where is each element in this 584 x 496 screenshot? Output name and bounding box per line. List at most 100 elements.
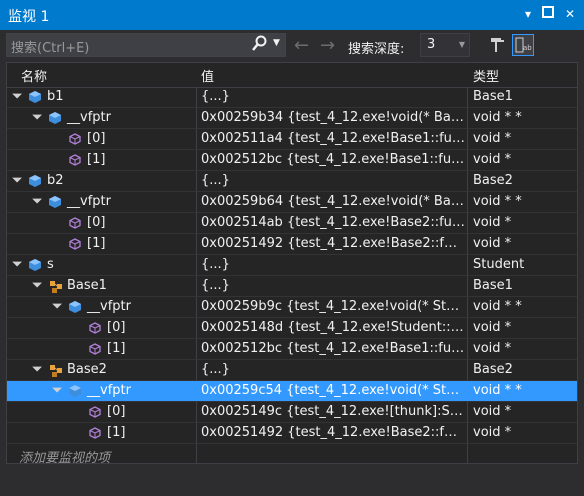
watch-name: __vfptr [87, 383, 131, 398]
base-class-icon [49, 364, 62, 377]
hex-display-icon[interactable]: ab [512, 34, 534, 56]
pointer-member-icon [89, 343, 101, 355]
watch-value[interactable]: 0x00259b34 {test_4_12.exe!void(* Base1::… [201, 110, 465, 125]
watch-value[interactable]: 0x002514ab {test_4_12.exe!Base2::func1(v… [201, 215, 465, 230]
watch-value[interactable]: 0x0025149c {test_4_12.exe![thunk]:Studen… [201, 404, 465, 419]
watch-name: __vfptr [87, 299, 131, 314]
expand-collapse-icon[interactable]: ◢ [11, 172, 25, 186]
expand-collapse-icon[interactable]: ◢ [11, 88, 25, 102]
watch-type: void * * [473, 110, 522, 125]
watch-name: [0] [107, 320, 126, 335]
watch-row[interactable]: ◢ __vfptr 0x00259b64 {test_4_12.exe!void(*… [7, 192, 577, 213]
panel-footer [0, 464, 584, 496]
maximize-icon[interactable] [540, 6, 556, 22]
watch-value[interactable]: 0x002512bc {test_4_12.exe!Base1::func2(v… [201, 341, 465, 356]
watch-type: void * * [473, 299, 522, 314]
column-header-value[interactable]: 值 [201, 66, 214, 85]
watch-type: Base2 [473, 173, 513, 188]
chevron-down-icon: ▼ [458, 40, 465, 49]
watch-name: b2 [47, 173, 64, 188]
column-header-name[interactable]: 名称 [21, 66, 47, 85]
watch-type: Base1 [473, 89, 513, 104]
class-object-icon [69, 385, 81, 397]
watch-name: [1] [87, 236, 106, 251]
watch-row[interactable]: [1] 0x00251492 {test_4_12.exe!Base2::func… [7, 423, 577, 444]
watch-row[interactable]: [0] 0x0025148d {test_4_12.exe!Student::fu… [7, 318, 577, 339]
watch-value[interactable]: {...} [201, 278, 465, 293]
title-bar: 监视 1 ▾ ✕ [0, 0, 584, 30]
watch-value[interactable]: 0x0025148d {test_4_12.exe!Student::func1… [201, 320, 465, 335]
dropdown-icon[interactable]: ▾ [520, 6, 536, 22]
watch-value[interactable]: 0x00251492 {test_4_12.exe!Base2::func2(v… [201, 425, 465, 440]
watch-row[interactable]: [0] 0x002514ab {test_4_12.exe!Base2::func… [7, 213, 577, 234]
watch-name: __vfptr [67, 194, 111, 209]
expand-collapse-icon[interactable]: ◢ [31, 277, 45, 291]
watch-row[interactable]: ◢ Base1 {...} Base1 [7, 276, 577, 297]
watch-name: [0] [87, 131, 106, 146]
expand-collapse-icon[interactable]: ◢ [31, 193, 45, 207]
watch-value[interactable]: 0x00259b64 {test_4_12.exe!void(* Base2::… [201, 194, 465, 209]
class-object-icon [49, 196, 61, 208]
add-watch-row[interactable]: 添加要监视的项 [7, 444, 577, 464]
add-watch-placeholder: 添加要监视的项 [19, 451, 111, 464]
watch-value[interactable]: {...} [201, 89, 465, 104]
watch-value[interactable]: {...} [201, 362, 465, 377]
pin-icon[interactable] [486, 34, 508, 56]
svg-text:ab: ab [523, 44, 532, 52]
watch-type: void * [473, 152, 512, 167]
watch-type: void * [473, 341, 512, 356]
watch-row[interactable]: ◢ __vfptr 0x00259b9c {test_4_12.exe!void(*… [7, 297, 577, 318]
search-options-icon[interactable]: ▼ [273, 38, 280, 48]
watch-row[interactable]: ◢ b2 {...} Base2 [7, 171, 577, 192]
watch-type: void * * [473, 383, 522, 398]
watch-name: [1] [107, 425, 126, 440]
back-arrow-icon[interactable]: ← [294, 35, 309, 56]
search-icon[interactable] [251, 35, 267, 57]
watch-row[interactable]: [1] 0x002512bc {test_4_12.exe!Base1::func… [7, 150, 577, 171]
class-object-icon [29, 259, 41, 271]
watch-name: s [47, 257, 54, 272]
pointer-member-icon [89, 406, 101, 418]
watch-row[interactable]: ◢ b1 {...} Base1 [7, 87, 577, 108]
watch-row[interactable]: [1] 0x00251492 {test_4_12.exe!Base2::func… [7, 234, 577, 255]
watch-type: void * [473, 404, 512, 419]
watch-value[interactable]: 0x00251492 {test_4_12.exe!Base2::func2(v… [201, 236, 465, 251]
expand-collapse-icon[interactable]: ◢ [31, 109, 45, 123]
search-depth-label: 搜索深度: [348, 42, 405, 57]
forward-arrow-icon[interactable]: → [320, 35, 335, 56]
column-header-type[interactable]: 类型 [473, 66, 499, 85]
watch-row[interactable]: [0] 0x0025149c {test_4_12.exe![thunk]:Stu… [7, 402, 577, 423]
watch-type: Student [473, 257, 525, 272]
watch-value[interactable]: 0x00259b9c {test_4_12.exe!void(* Student… [201, 299, 465, 314]
watch-row[interactable]: ◢ __vfptr 0x00259b34 {test_4_12.exe!void(*… [7, 108, 577, 129]
class-object-icon [49, 112, 61, 124]
watch-value[interactable]: {...} [201, 257, 465, 272]
expand-collapse-icon[interactable]: ◢ [31, 361, 45, 375]
search-depth-value: 3 [427, 37, 436, 52]
watch-value[interactable]: {...} [201, 173, 465, 188]
expand-collapse-icon[interactable]: ◢ [51, 382, 65, 396]
watch-row[interactable]: ◢ s {...} Student [7, 255, 577, 276]
watch-value[interactable]: 0x002511a4 {test_4_12.exe!Base1::func1(v… [201, 131, 465, 146]
base-class-icon [49, 280, 62, 293]
watch-value[interactable]: 0x002512bc {test_4_12.exe!Base1::func2(v… [201, 152, 465, 167]
watch-row[interactable]: ◢ Base2 {...} Base2 [7, 360, 577, 381]
watch-row[interactable]: [0] 0x002511a4 {test_4_12.exe!Base1::func… [7, 129, 577, 150]
class-object-icon [69, 301, 81, 313]
watch-row[interactable]: ◢ __vfptr 0x00259c54 {test_4_12.exe!void(*… [7, 381, 577, 402]
watch-row[interactable]: [1] 0x002512bc {test_4_12.exe!Base1::func… [7, 339, 577, 360]
pointer-member-icon [69, 238, 81, 250]
watch-name: [1] [87, 152, 106, 167]
watch-type: void * [473, 425, 512, 440]
watch-name: [0] [87, 215, 106, 230]
watch-value[interactable]: 0x00259c54 {test_4_12.exe!void(* Student… [201, 383, 465, 398]
search-input[interactable]: 搜索(Ctrl+E) ▼ [6, 33, 286, 57]
class-object-icon [29, 175, 41, 187]
watch-name: [0] [107, 404, 126, 419]
expand-collapse-icon[interactable]: ◢ [51, 298, 65, 312]
search-depth-select[interactable]: 3 ▼ [420, 33, 470, 57]
expand-collapse-icon[interactable]: ◢ [11, 256, 25, 270]
watch-type: Base2 [473, 362, 513, 377]
grid-header: 名称 值 类型 [7, 63, 577, 88]
close-icon[interactable]: ✕ [562, 6, 578, 22]
